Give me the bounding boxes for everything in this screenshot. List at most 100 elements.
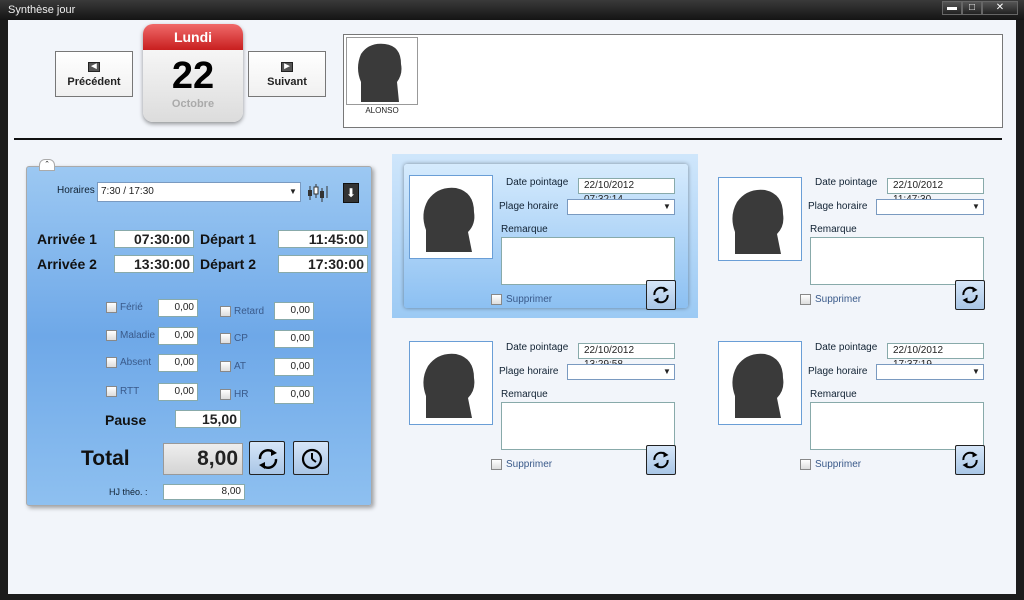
previous-button[interactable]: ◀ Précédent [55, 51, 133, 97]
employee-avatar[interactable] [346, 37, 418, 105]
punch-card-inner: Date pointage 22/10/2012 07:32:14 Plage … [404, 164, 688, 310]
day-summary-panel: ⌃ Horaires 7:30 / 17:30 ▼ ⬇ Arrivée 1 07… [26, 159, 372, 506]
ferie-checkbox[interactable] [106, 302, 117, 313]
punch-card-1[interactable]: Date pointage 22/10/2012 07:32:14 Plage … [392, 154, 698, 318]
window-title: Synthèse jour [8, 4, 76, 16]
arrivee2-label: Arrivée 2 [37, 256, 97, 272]
hj-theo-field[interactable]: 8,00 [163, 484, 245, 500]
supprimer-checkbox[interactable] [491, 294, 502, 305]
plage-horaire-select[interactable]: ▼ [876, 364, 984, 380]
absent-field[interactable]: 0,00 [158, 354, 198, 372]
refresh-button[interactable] [646, 280, 676, 310]
maladie-checkbox[interactable] [106, 330, 117, 341]
total-label: Total [81, 447, 130, 470]
punch-card-inner: Date pointage 22/10/2012 13:29:58 Plage … [404, 329, 688, 475]
supprimer-label: Supprimer [506, 459, 553, 470]
remarque-label: Remarque [501, 389, 548, 400]
date-pointage-field[interactable]: 22/10/2012 11:47:30 [887, 178, 984, 205]
refresh-button[interactable] [955, 280, 985, 310]
supprimer-label: Supprimer [815, 459, 862, 470]
refresh-icon [258, 449, 278, 469]
clock-icon [301, 448, 323, 470]
person-silhouette-icon [423, 187, 475, 252]
remarque-input[interactable] [810, 402, 984, 450]
punch-card-3[interactable]: Date pointage 22/10/2012 13:29:58 Plage … [392, 319, 698, 483]
maximize-button[interactable]: □ [962, 1, 982, 15]
ferie-field[interactable]: 0,00 [158, 299, 198, 317]
date-pointage-label: Date pointage [815, 342, 878, 353]
person-silhouette-icon [732, 353, 784, 418]
plage-horaire-label: Plage horaire [499, 366, 559, 377]
depart1-field[interactable]: 11:45:00 [278, 230, 368, 248]
cp-checkbox[interactable] [220, 333, 231, 344]
hr-label: HR [234, 389, 249, 400]
at-label: AT [234, 361, 247, 372]
close-button[interactable]: ✕ [982, 1, 1018, 15]
person-silhouette-icon [347, 38, 415, 102]
refresh-icon [653, 286, 669, 304]
remarque-input[interactable] [501, 402, 675, 450]
punch-card-4[interactable]: Date pointage 22/10/2012 17:37:19 Plage … [701, 319, 1007, 483]
arrivee2-field[interactable]: 13:30:00 [114, 255, 194, 273]
retard-field[interactable]: 0,00 [274, 302, 314, 320]
date-pointage-field[interactable]: 22/10/2012 07:32:14 [578, 178, 675, 205]
remarque-label: Remarque [810, 224, 857, 235]
date-pointage-label: Date pointage [506, 342, 569, 353]
punch-card-inner: Date pointage 22/10/2012 11:47:30 Plage … [713, 164, 997, 310]
horaires-label: Horaires [57, 185, 95, 196]
supprimer-checkbox[interactable] [800, 294, 811, 305]
rtt-field[interactable]: 0,00 [158, 383, 198, 401]
retard-checkbox[interactable] [220, 306, 231, 317]
candlestick-chart-icon[interactable] [307, 183, 329, 203]
depart2-field[interactable]: 17:30:00 [278, 255, 368, 273]
clock-button[interactable] [293, 441, 329, 475]
refresh-total-button[interactable] [249, 441, 285, 475]
next-label: Suivant [267, 76, 307, 88]
absent-checkbox[interactable] [106, 357, 117, 368]
rtt-checkbox[interactable] [106, 386, 117, 397]
hj-theo-label: HJ théo. : [109, 487, 148, 497]
next-button[interactable]: ▶ Suivant [248, 51, 326, 97]
supprimer-checkbox[interactable] [491, 459, 502, 470]
person-silhouette-icon [423, 353, 475, 418]
section-divider [14, 138, 1002, 140]
horaires-select[interactable]: 7:30 / 17:30 ▼ [97, 182, 301, 202]
refresh-icon [962, 451, 978, 469]
arrivee1-label: Arrivée 1 [37, 231, 97, 247]
collapse-icon[interactable]: ⌃ [39, 159, 55, 171]
arrow-down-icon[interactable]: ⬇ [343, 183, 359, 203]
remarque-input[interactable] [810, 237, 984, 285]
plage-horaire-select[interactable]: ▼ [567, 364, 675, 380]
title-bar[interactable]: Synthèse jour ▬ □ ✕ [0, 0, 1024, 20]
maladie-field[interactable]: 0,00 [158, 327, 198, 345]
date-pointage-field[interactable]: 22/10/2012 17:37:19 [887, 343, 984, 370]
punch-photo [409, 341, 493, 425]
arrivee1-field[interactable]: 07:30:00 [114, 230, 194, 248]
retard-label: Retard [234, 306, 265, 317]
punch-card-inner: Date pointage 22/10/2012 17:37:19 Plage … [713, 329, 997, 475]
remarque-input[interactable] [501, 237, 675, 285]
minimize-button[interactable]: ▬ [942, 1, 962, 15]
date-pointage-field[interactable]: 22/10/2012 13:29:58 [578, 343, 675, 370]
pause-field[interactable]: 15,00 [175, 410, 241, 428]
date-pointage-label: Date pointage [506, 177, 569, 188]
depart1-label: Départ 1 [200, 231, 257, 247]
at-field[interactable]: 0,00 [274, 358, 314, 376]
horaires-value: 7:30 / 17:30 [101, 186, 154, 197]
plage-horaire-select[interactable]: ▼ [567, 199, 675, 215]
plage-horaire-label: Plage horaire [808, 366, 868, 377]
plage-horaire-select[interactable]: ▼ [876, 199, 984, 215]
pause-label: Pause [105, 412, 147, 428]
calendar-month: Octobre [171, 98, 215, 110]
hr-checkbox[interactable] [220, 389, 231, 400]
cp-field[interactable]: 0,00 [274, 330, 314, 348]
supprimer-label: Supprimer [815, 294, 862, 305]
punch-card-2[interactable]: Date pointage 22/10/2012 11:47:30 Plage … [701, 154, 1007, 318]
at-checkbox[interactable] [220, 361, 231, 372]
refresh-button[interactable] [955, 445, 985, 475]
chevron-down-icon: ▼ [663, 202, 671, 211]
supprimer-checkbox[interactable] [800, 459, 811, 470]
refresh-button[interactable] [646, 445, 676, 475]
hr-field[interactable]: 0,00 [274, 386, 314, 404]
plage-horaire-label: Plage horaire [808, 201, 868, 212]
